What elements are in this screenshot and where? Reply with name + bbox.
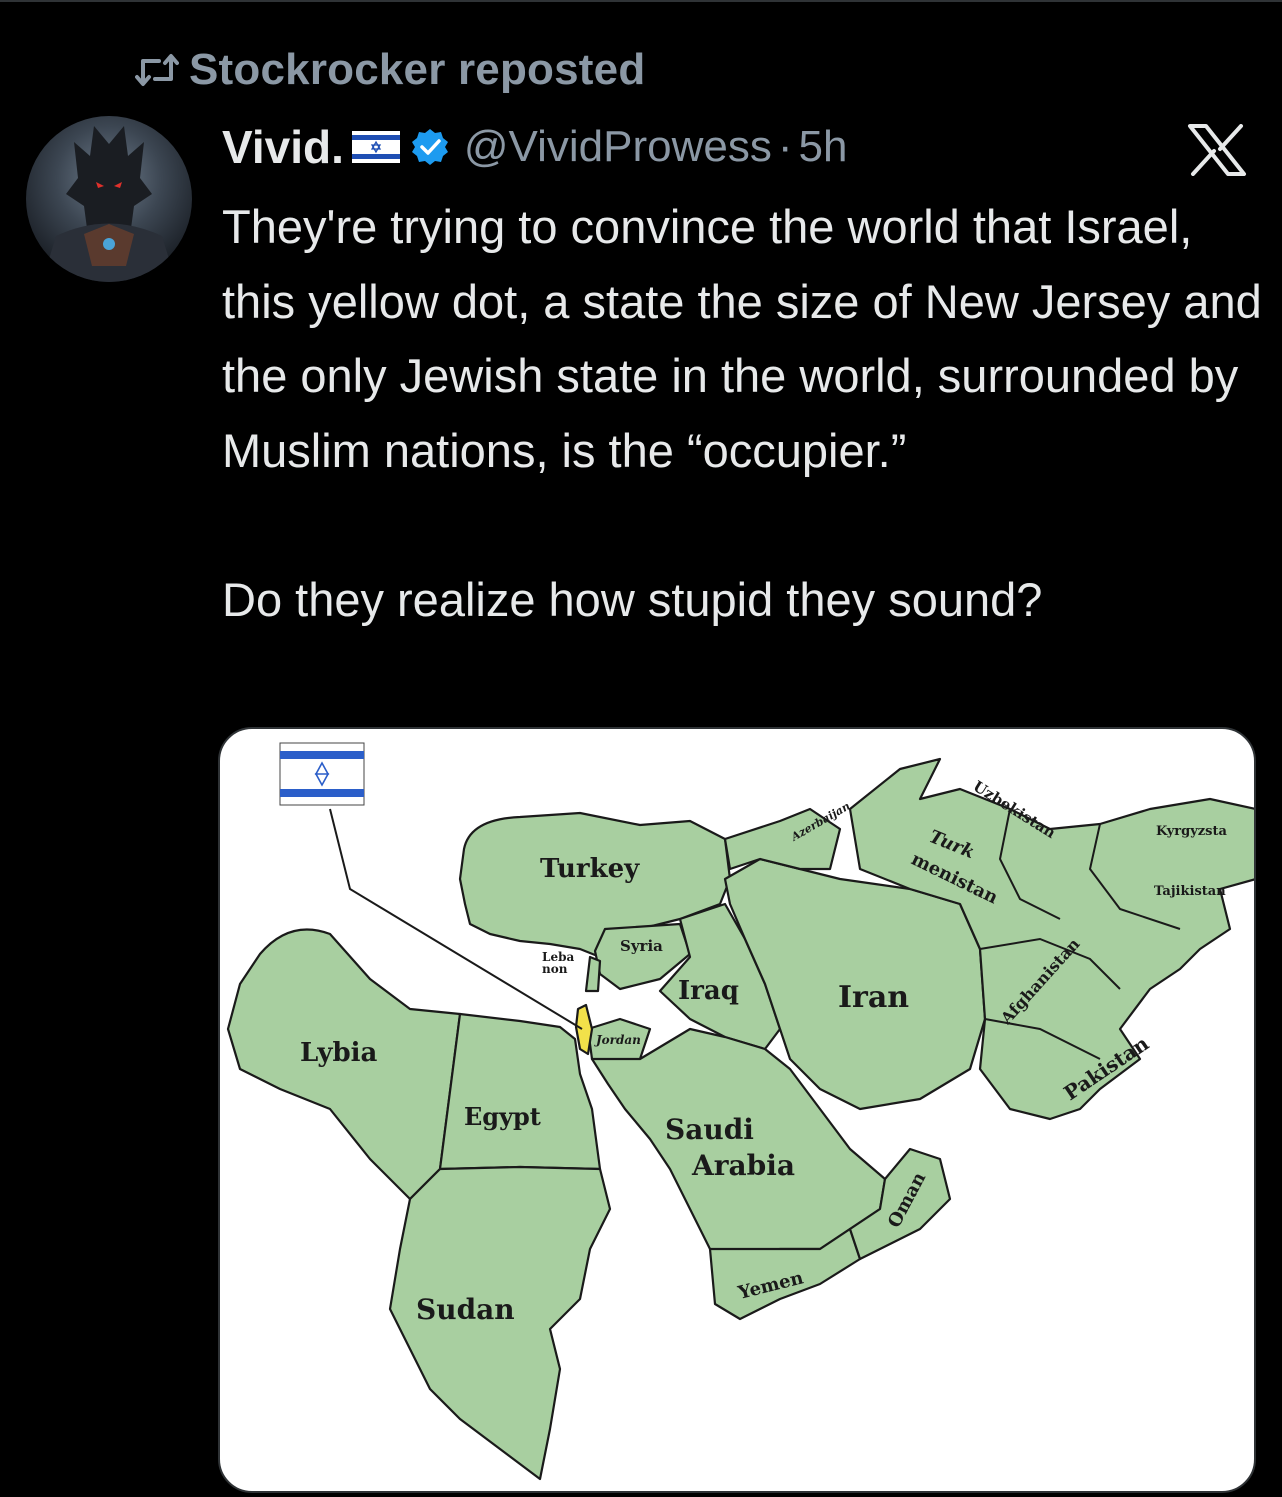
label-tajikistan: Tajikistan <box>1154 884 1226 899</box>
repost-context[interactable]: Stockrocker reposted <box>135 44 645 96</box>
egypt-shape <box>438 1012 602 1171</box>
tweet-timestamp[interactable]: 5h <box>799 122 848 172</box>
tweet-media-map[interactable]: Turkey Syria Leba non Iraq Iran Lybia Jo… <box>218 727 1256 1493</box>
top-divider <box>0 0 1282 2</box>
verified-badge-icon <box>411 129 448 165</box>
israel-flag-icon <box>351 131 400 163</box>
label-saudi-2: Arabia <box>691 1149 795 1182</box>
label-kyrgyzstan: Kyrgyzsta <box>1156 824 1227 839</box>
repost-icon <box>135 48 189 92</box>
label-sudan: Sudan <box>416 1293 515 1326</box>
author-name[interactable]: Vivid. <box>222 120 344 174</box>
tweet-body: They're trying to convince the world tha… <box>222 200 1262 626</box>
label-saudi-1: Saudi <box>665 1113 754 1146</box>
author-avatar[interactable] <box>26 116 192 282</box>
label-turkey: Turkey <box>540 854 640 884</box>
repost-label: Stockrocker reposted <box>189 45 646 94</box>
label-lebanon-2: non <box>542 962 568 976</box>
israel-shape <box>574 1003 594 1056</box>
tweet-header: Vivid. @VividProwess · 5h <box>222 118 847 176</box>
label-jordan: Jordan <box>594 1033 641 1047</box>
lebanon-shape <box>584 955 602 993</box>
middle-east-map: Turkey Syria Leba non Iraq Iran Lybia Jo… <box>226 742 1254 1481</box>
label-iraq: Iraq <box>678 976 739 1006</box>
label-egypt: Egypt <box>464 1102 541 1131</box>
label-lybia: Lybia <box>300 1038 378 1068</box>
author-handle[interactable]: @VividProwess <box>464 122 772 172</box>
meta-separator: · <box>777 122 793 171</box>
label-syria: Syria <box>620 937 663 955</box>
label-iran: Iran <box>838 980 909 1015</box>
x-logo-icon[interactable] <box>1186 124 1248 176</box>
